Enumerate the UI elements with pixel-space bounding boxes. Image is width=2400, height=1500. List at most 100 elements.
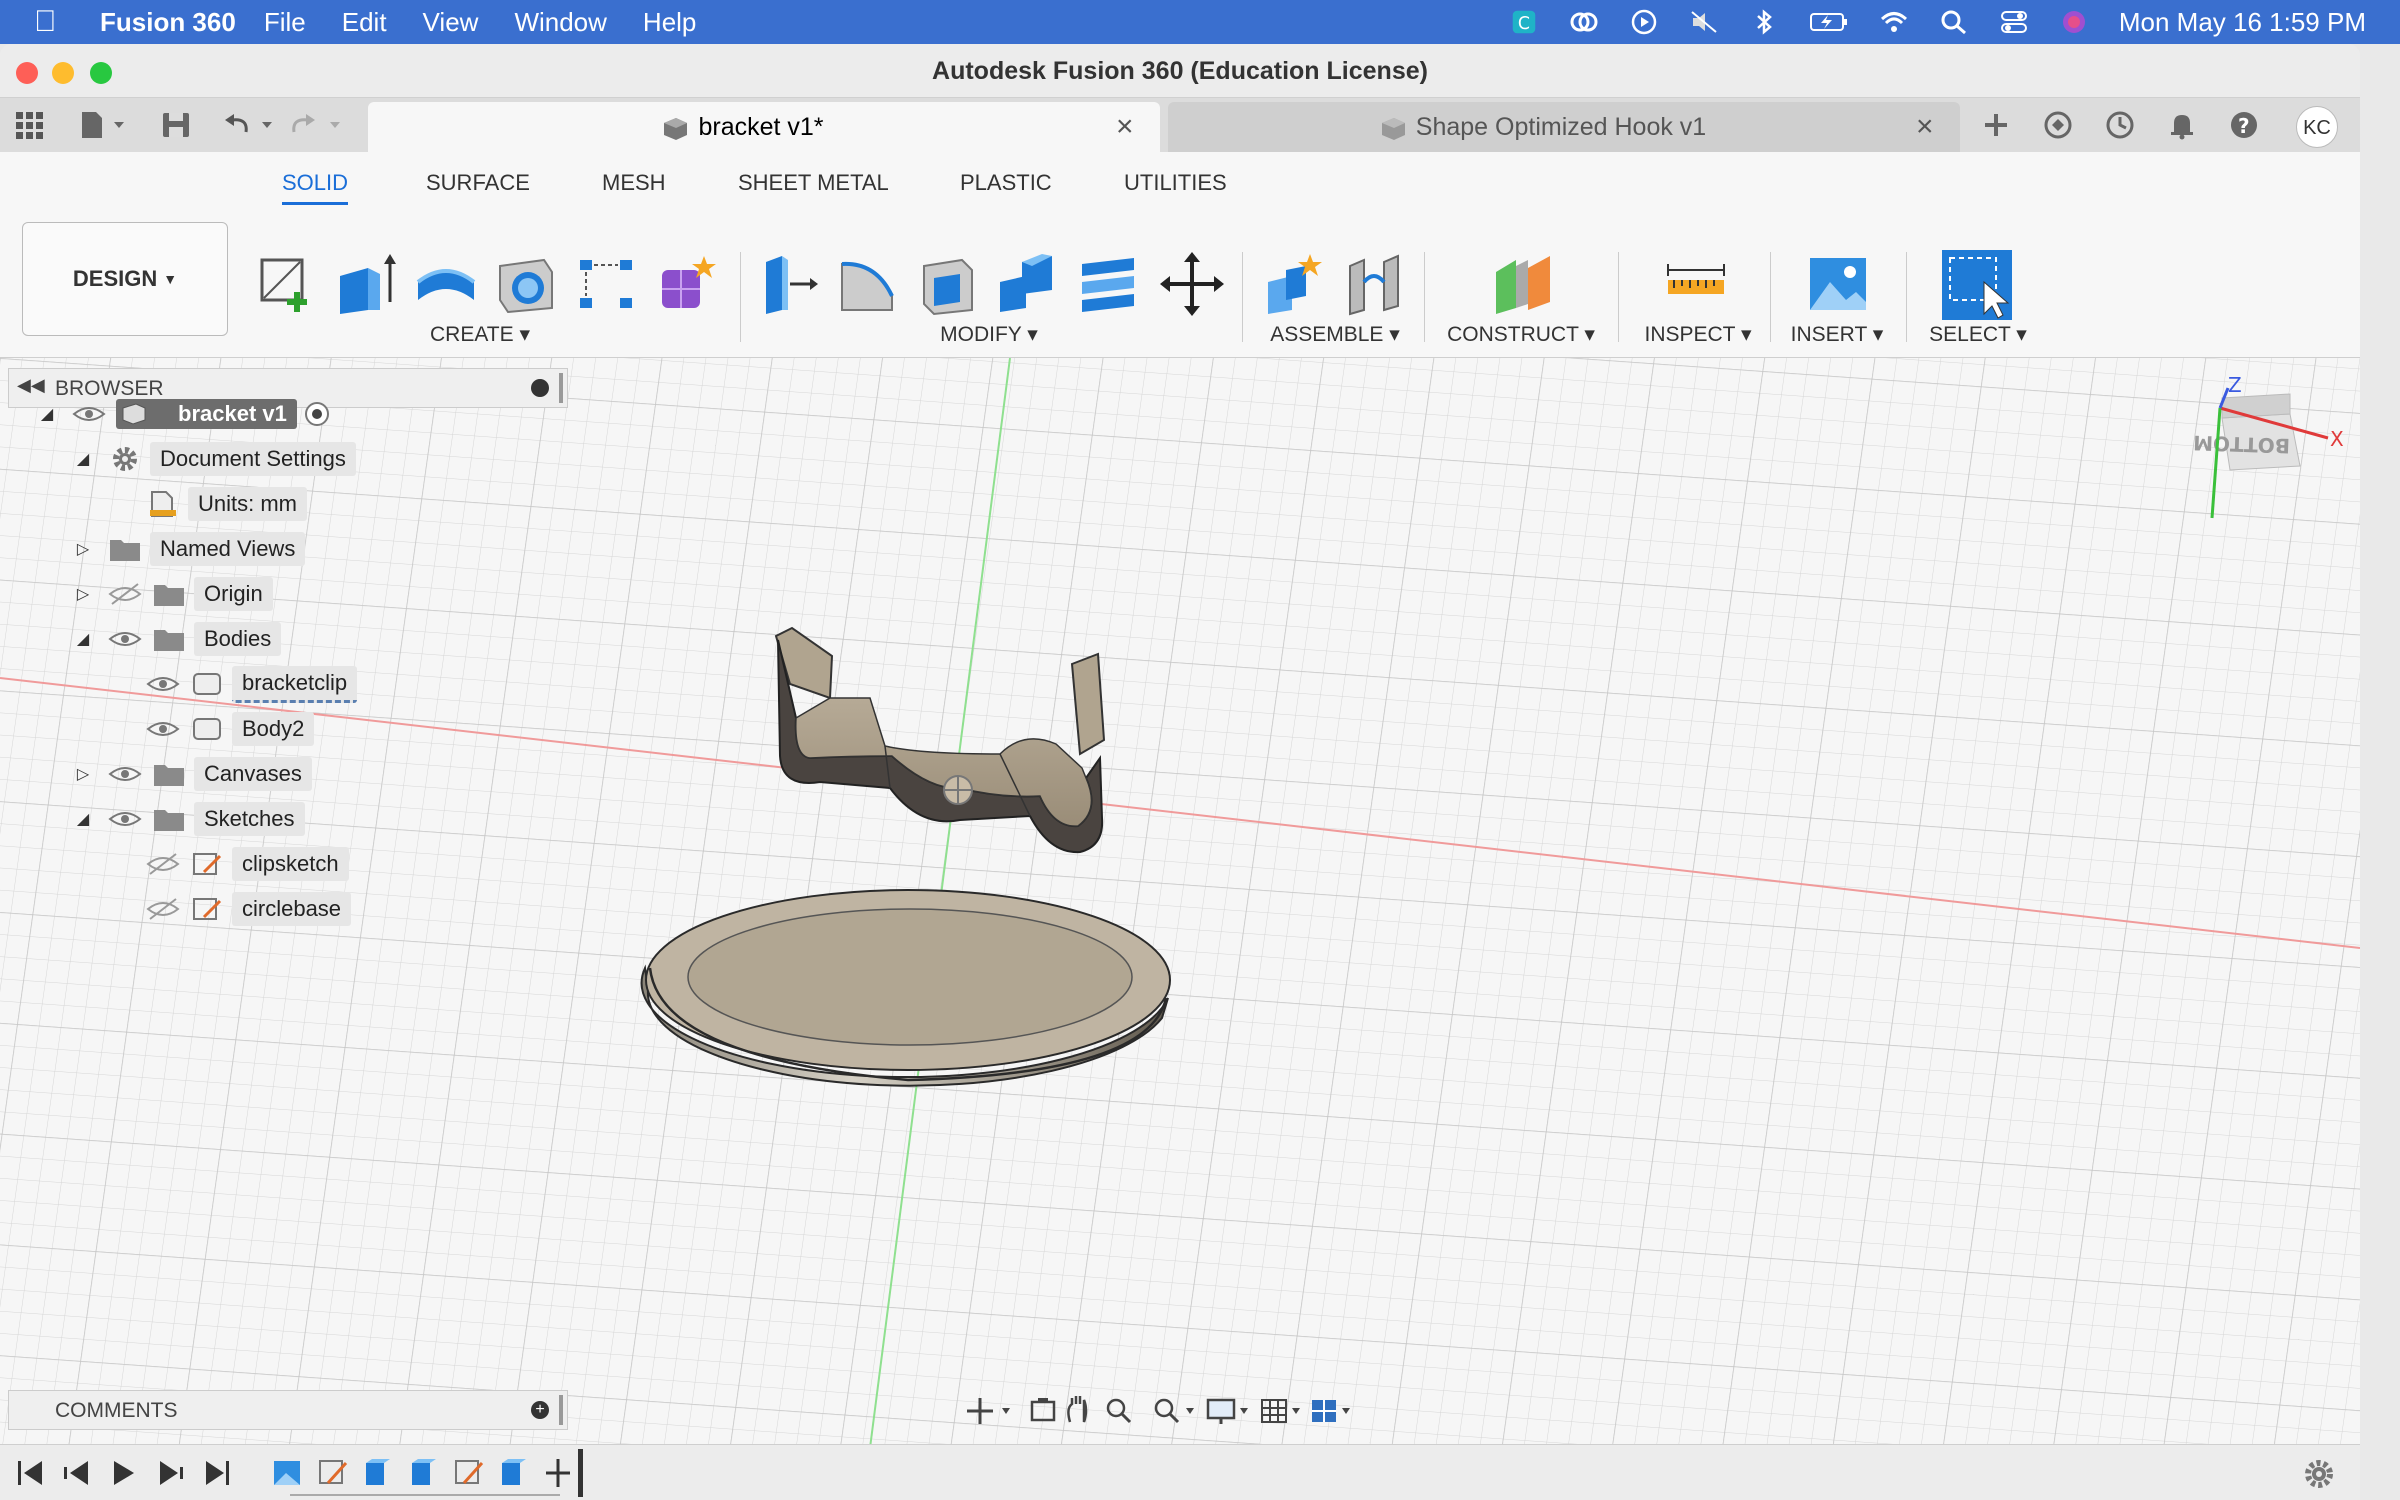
visibility-eye-icon[interactable] (108, 762, 142, 786)
insert-group-menu[interactable]: INSERT ▾ (1782, 322, 1892, 347)
grid-settings-icon[interactable] (1261, 1399, 1300, 1423)
menu-view[interactable]: View (423, 7, 479, 38)
visibility-eye-icon[interactable] (72, 402, 106, 426)
timeline-feature-extrude-icon[interactable] (366, 1459, 390, 1485)
offset-plane-icon[interactable] (1492, 252, 1556, 316)
spotlight-search-icon[interactable] (1939, 9, 1969, 35)
joint-icon[interactable] (1344, 252, 1408, 316)
visibility-eye-icon[interactable] (146, 672, 180, 696)
measure-icon[interactable] (1664, 252, 1728, 316)
help-icon[interactable]: ? (2228, 110, 2260, 140)
play-icon[interactable] (1629, 9, 1659, 35)
construct-group-menu[interactable]: CONSTRUCT ▾ (1446, 322, 1596, 347)
timeline-feature-extrude-icon[interactable] (412, 1459, 436, 1485)
apple-icon[interactable]:  (34, 5, 74, 39)
canvas-viewport[interactable]: BOTTOM X Z (0, 358, 2360, 1448)
mute-icon[interactable] (1689, 9, 1719, 35)
shell-icon[interactable] (916, 252, 980, 316)
menu-window[interactable]: Window (514, 7, 606, 38)
create-sketch-icon[interactable] (254, 252, 318, 316)
pin-handle-icon[interactable] (559, 373, 563, 403)
clock[interactable]: Mon May 16 1:59 PM (2119, 7, 2366, 38)
app-name-menu[interactable]: Fusion 360 (100, 7, 236, 38)
viewports-icon[interactable] (1312, 1400, 1350, 1422)
visibility-hidden-eye-icon[interactable] (146, 852, 180, 876)
extensions-icon[interactable] (2042, 110, 2074, 140)
tree-item-sketches[interactable]: ◢ Sketches (72, 799, 305, 839)
menu-help[interactable]: Help (643, 7, 696, 38)
new-component-icon[interactable] (1262, 252, 1326, 316)
canvas-scene[interactable]: BOTTOM X Z (0, 358, 2360, 1448)
visibility-eye-icon[interactable] (108, 807, 142, 831)
go-to-end-icon[interactable] (206, 1461, 229, 1485)
timeline-feature-sketch-icon[interactable] (319, 1460, 348, 1485)
tree-item-clipsketch[interactable]: clipsketch (146, 844, 349, 884)
redo-icon[interactable] (290, 110, 346, 140)
user-avatar[interactable]: KC (2296, 106, 2338, 148)
extrude-icon[interactable] (334, 252, 398, 316)
collapse-triangle-icon[interactable]: ◢ (72, 449, 94, 469)
tree-item-canvases[interactable]: ▷ Canvases (72, 754, 312, 794)
visibility-hidden-eye-icon[interactable] (146, 897, 180, 921)
file-menu-icon[interactable] (78, 110, 128, 140)
hole-icon[interactable] (494, 252, 558, 316)
press-pull-icon[interactable] (756, 252, 820, 316)
combine-icon[interactable] (996, 252, 1060, 316)
browser-options-icon[interactable] (531, 379, 549, 397)
select-group-menu[interactable]: SELECT ▾ (1922, 322, 2034, 347)
notifications-bell-icon[interactable] (2166, 110, 2198, 140)
timeline-feature-sketch-icon[interactable] (455, 1460, 484, 1485)
pan-hand-icon[interactable] (1067, 1396, 1088, 1423)
tree-item-bracketclip[interactable]: bracketclip (146, 664, 358, 704)
orbit-icon[interactable] (967, 1398, 1010, 1424)
expand-triangle-icon[interactable]: ▷ (72, 539, 94, 559)
control-center-icon[interactable] (1999, 9, 2029, 35)
data-panel-grid-icon[interactable] (14, 110, 46, 140)
save-icon[interactable] (160, 110, 192, 140)
pin-handle-icon[interactable] (559, 1395, 563, 1425)
siri-icon[interactable] (2059, 9, 2089, 35)
look-at-icon[interactable] (1030, 1398, 1056, 1422)
expand-triangle-icon[interactable]: ▷ (72, 584, 94, 604)
collapse-triangle-icon[interactable]: ◢ (72, 809, 94, 829)
job-status-clock-icon[interactable] (2104, 110, 2136, 140)
workspace-switcher-button[interactable]: DESIGN ▼ (22, 222, 228, 336)
visibility-eye-icon[interactable] (146, 717, 180, 741)
go-to-start-icon[interactable] (18, 1461, 42, 1485)
close-tab-icon[interactable]: × (1916, 110, 1946, 144)
tree-item-circlebase[interactable]: circlebase (146, 889, 352, 929)
revolve-icon[interactable] (414, 252, 478, 316)
timeline-marker-icon[interactable] (546, 1449, 583, 1497)
activate-radio-icon[interactable] (303, 400, 331, 428)
inspect-group-menu[interactable]: INSPECT ▾ (1636, 322, 1760, 347)
tree-item-body2[interactable]: Body2 (146, 709, 315, 749)
battery-icon[interactable] (1809, 9, 1849, 35)
add-comment-icon[interactable]: + (531, 1401, 549, 1419)
fillet-icon[interactable] (836, 252, 900, 316)
tab-utilities[interactable]: UTILITIES (1124, 170, 1227, 196)
tree-item-named-views[interactable]: ▷ Named Views (72, 529, 306, 569)
timeline-feature-canvas-icon[interactable] (274, 1461, 300, 1485)
modify-group-menu[interactable]: MODIFY ▾ (934, 322, 1044, 347)
zoom-icon[interactable] (1106, 1398, 1132, 1424)
wifi-icon[interactable] (1879, 9, 1909, 35)
tab-shape-optimized-hook[interactable]: Shape Optimized Hook v1 × (1168, 102, 1960, 152)
tab-sheet-metal[interactable]: SHEET METAL (738, 170, 889, 196)
create-group-menu[interactable]: CREATE ▾ (430, 322, 530, 347)
tab-surface[interactable]: SURFACE (426, 170, 530, 196)
visibility-eye-icon[interactable] (108, 627, 142, 651)
step-forward-icon[interactable] (160, 1461, 183, 1485)
close-tab-icon[interactable]: × (1116, 110, 1146, 144)
pattern-icon[interactable] (574, 252, 638, 316)
bluetooth-icon[interactable] (1749, 9, 1779, 35)
select-window-icon[interactable] (1940, 248, 2014, 322)
root-component-chip[interactable]: bracket v1 (116, 399, 297, 429)
assemble-group-menu[interactable]: ASSEMBLE ▾ (1270, 322, 1400, 347)
comments-panel-header[interactable]: COMMENTS + (8, 1390, 568, 1430)
creative-cloud-icon[interactable] (1569, 9, 1599, 35)
tree-item-document-settings[interactable]: ◢ Document Settings (72, 439, 356, 479)
undo-icon[interactable] (222, 110, 278, 140)
timeline-settings-gear-icon[interactable] (2302, 1457, 2336, 1491)
menu-edit[interactable]: Edit (342, 7, 387, 38)
insert-image-icon[interactable] (1806, 252, 1870, 316)
